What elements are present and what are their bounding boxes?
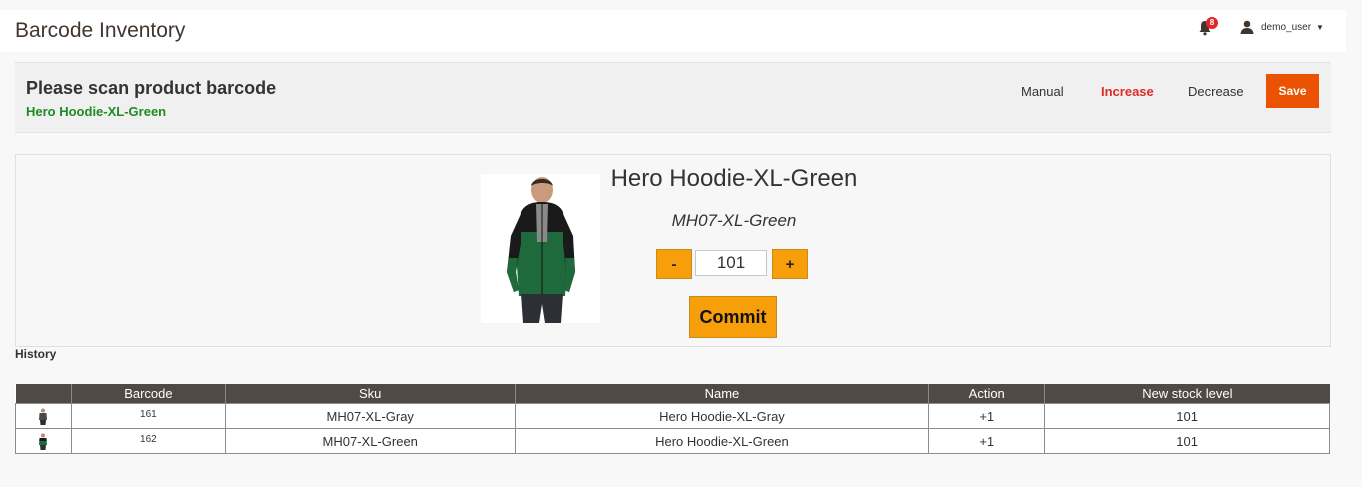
column-header-name: Name [514,384,929,404]
decrease-mode-button[interactable]: Decrease [1188,84,1244,99]
quantity-input[interactable] [695,250,767,276]
row-barcode: 162 [70,428,226,454]
user-name: demo_user [1261,21,1312,33]
column-header-thumbnail [15,384,72,404]
product-name: Hero Hoodie-XL-Green [610,165,858,192]
row-action: +1 [928,403,1046,429]
row-name: Hero Hoodie-XL-Green [514,428,930,454]
top-bar [0,10,1346,52]
column-header-new-stock: New stock level [1044,384,1330,404]
increase-mode-button[interactable]: Increase [1101,84,1154,99]
user-icon [1240,20,1254,34]
product-panel: Hero Hoodie-XL-Green MH07-XL-Green - + C… [15,154,1331,347]
column-header-barcode: Barcode [70,384,226,404]
scan-panel: Please scan product barcode Hero Hoodie-… [15,62,1331,133]
hoodie-green-thumbnail [38,433,48,450]
hoodie-model-image [481,174,600,323]
increase-quantity-button[interactable]: + [772,249,808,279]
row-barcode: 161 [70,403,226,429]
history-header-row: Barcode Sku Name Action New stock level [15,384,1330,404]
commit-button[interactable]: Commit [689,296,777,338]
column-header-sku: Sku [224,384,516,404]
notification-badge: 8 [1206,17,1218,29]
row-sku: MH07-XL-Green [224,428,516,454]
table-row: 161 MH07-XL-Gray Hero Hoodie-XL-Gray +1 … [15,403,1330,429]
notifications-button[interactable]: 8 [1198,17,1218,36]
user-menu[interactable]: demo_user ▼ [1240,18,1324,36]
history-table: Barcode Sku Name Action New stock level [15,384,1330,454]
history-heading: History [15,347,57,361]
scan-prompt: Please scan product barcode [26,78,277,98]
last-scanned-product: Hero Hoodie-XL-Green [26,104,167,119]
row-action: +1 [928,428,1046,454]
page-title: Barcode Inventory [15,19,186,42]
manual-mode-button[interactable]: Manual [1021,84,1064,99]
decrease-quantity-button[interactable]: - [656,249,692,279]
row-new-stock: 101 [1044,403,1330,429]
row-thumbnail [15,428,72,454]
row-sku: MH07-XL-Gray [224,403,516,429]
product-sku: MH07-XL-Green [671,211,797,230]
caret-down-icon: ▼ [1316,22,1324,32]
row-new-stock: 101 [1044,428,1330,454]
column-header-action: Action [928,384,1045,404]
row-name: Hero Hoodie-XL-Gray [514,403,930,429]
save-button[interactable]: Save [1266,74,1319,108]
product-image [481,174,600,323]
table-row: 162 MH07-XL-Green Hero Hoodie-XL-Green +… [15,428,1330,454]
hoodie-gray-thumbnail [38,408,48,425]
row-thumbnail [15,403,72,429]
page: Barcode Inventory 8 demo_user ▼ Please s… [0,0,1362,487]
